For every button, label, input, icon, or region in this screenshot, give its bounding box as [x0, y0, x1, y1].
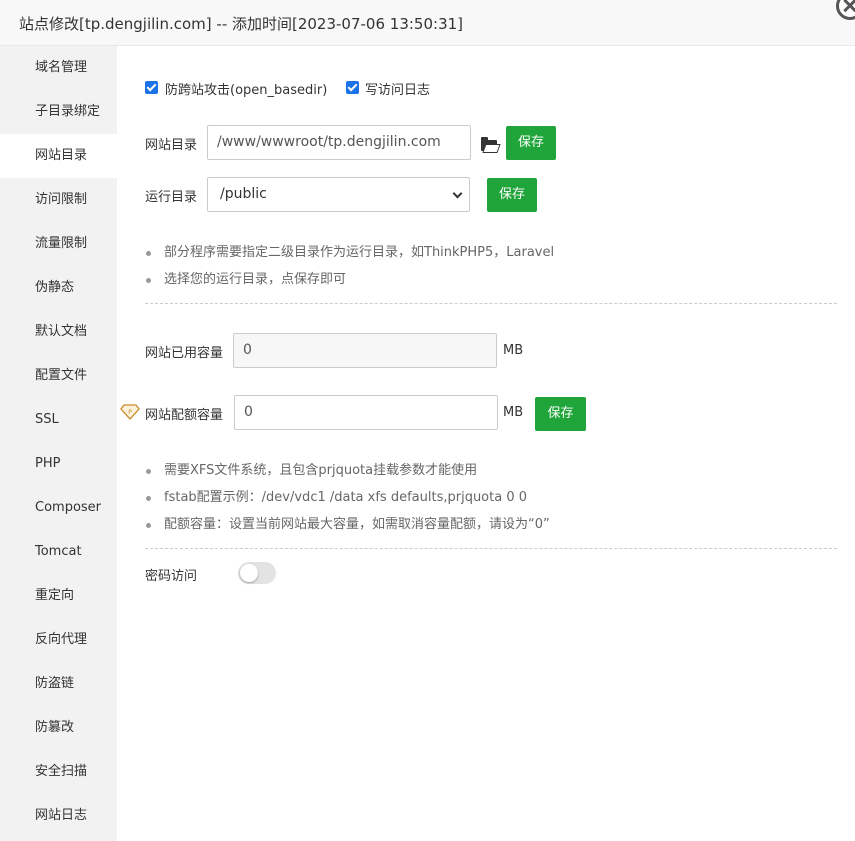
- sidebar-item-hotlink-protection[interactable]: 防盗链: [0, 662, 117, 706]
- quota-tips: 需要XFS文件系统，且包含prjquota挂载参数才能使用 fstab配置示例：…: [145, 462, 550, 543]
- svg-text:P: P: [128, 409, 132, 416]
- access-log-checkbox[interactable]: [346, 81, 359, 94]
- sidebar-item-default-doc[interactable]: 默认文档: [0, 310, 117, 354]
- access-log-label[interactable]: 写访问日志: [365, 79, 430, 98]
- dialog-titlebar: 站点修改[tp.dengjilin.com] -- 添加时间[2023-07-0…: [0, 0, 855, 46]
- sidebar-item-php[interactable]: PHP: [0, 442, 117, 486]
- open-basedir-label[interactable]: 防跨站攻击(open_basedir): [165, 79, 327, 98]
- run-dir-selected-value: /public: [220, 186, 267, 202]
- sidebar-item-site-dir[interactable]: 网站目录: [0, 134, 117, 178]
- sidebar: 域名管理 子目录绑定 网站目录 访问限制 流量限制 伪静态 默认文档 配置文件 …: [0, 46, 117, 841]
- tip-item: 选择您的运行目录，点保存即可: [145, 271, 554, 298]
- site-dir-save-button[interactable]: 保存: [506, 126, 556, 160]
- chevron-down-icon: [452, 188, 463, 199]
- sidebar-item-security-scan[interactable]: 安全扫描: [0, 750, 117, 794]
- run-dir-tips: 部分程序需要指定二级目录作为运行目录，如ThinkPHP5，Laravel 选择…: [145, 244, 554, 298]
- quota-used-unit: MB: [503, 343, 524, 358]
- sidebar-item-subdir-binding[interactable]: 子目录绑定: [0, 90, 117, 134]
- sidebar-item-site-log[interactable]: 网站日志: [0, 794, 117, 838]
- site-dir-input[interactable]: /www/wwwroot/tp.dengjilin.com: [207, 125, 471, 160]
- tip-item: 部分程序需要指定二级目录作为运行目录，如ThinkPHP5，Laravel: [145, 244, 554, 271]
- quota-limit-input[interactable]: 0: [234, 395, 498, 430]
- folder-open-icon[interactable]: [481, 137, 497, 151]
- toggle-knob: [240, 564, 258, 582]
- site-dir-label: 网站目录: [145, 138, 198, 153]
- main-panel: 防跨站攻击(open_basedir) 写访问日志 网站目录 /www/wwwr…: [117, 46, 855, 841]
- run-dir-save-button[interactable]: 保存: [487, 178, 537, 212]
- sidebar-item-domain[interactable]: 域名管理: [0, 46, 117, 90]
- divider: [145, 303, 837, 304]
- tip-item: 需要XFS文件系统，且包含prjquota挂载参数才能使用: [145, 462, 550, 489]
- sidebar-item-redirect[interactable]: 重定向: [0, 574, 117, 618]
- site-edit-dialog: 站点修改[tp.dengjilin.com] -- 添加时间[2023-07-0…: [0, 0, 855, 841]
- quota-save-button[interactable]: 保存: [535, 397, 586, 431]
- password-access-toggle[interactable]: [238, 562, 276, 584]
- password-access-label: 密码访问: [145, 569, 198, 584]
- quota-limit-unit: MB: [503, 405, 524, 420]
- sidebar-item-reverse-proxy[interactable]: 反向代理: [0, 618, 117, 662]
- quota-used-input: 0: [233, 333, 497, 368]
- divider: [145, 548, 837, 549]
- quota-used-label: 网站已用容量: [145, 346, 224, 361]
- dialog-title: 站点修改[tp.dengjilin.com] -- 添加时间[2023-07-0…: [19, 15, 464, 33]
- sidebar-item-access-limit[interactable]: 访问限制: [0, 178, 117, 222]
- sidebar-item-traffic-limit[interactable]: 流量限制: [0, 222, 117, 266]
- sidebar-item-config-file[interactable]: 配置文件: [0, 354, 117, 398]
- run-dir-label: 运行目录: [145, 190, 198, 205]
- sidebar-item-rewrite[interactable]: 伪静态: [0, 266, 117, 310]
- sidebar-item-tamper-protection[interactable]: 防篡改: [0, 706, 117, 750]
- run-dir-select[interactable]: /public: [207, 177, 470, 212]
- pro-diamond-icon: P: [120, 404, 140, 420]
- open-basedir-checkbox[interactable]: [145, 81, 158, 94]
- sidebar-item-tomcat[interactable]: Tomcat: [0, 530, 117, 574]
- tip-item: 配额容量：设置当前网站最大容量，如需取消容量配额，请设为“0”: [145, 516, 550, 543]
- sidebar-item-ssl[interactable]: SSL: [0, 398, 117, 442]
- tip-item: fstab配置示例：/dev/vdc1 /data xfs defaults,p…: [145, 489, 550, 516]
- quota-limit-label: 网站配额容量: [145, 408, 224, 423]
- sidebar-item-composer[interactable]: Composer: [0, 486, 117, 530]
